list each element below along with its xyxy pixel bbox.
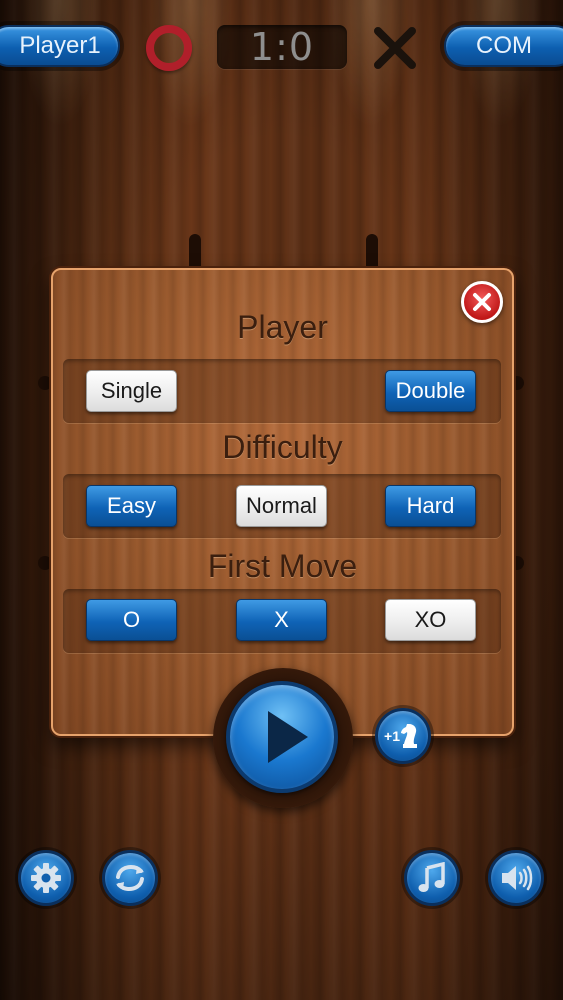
speaker-icon (502, 865, 533, 891)
chess-knight-icon (400, 724, 417, 748)
settings-button[interactable] (18, 850, 74, 906)
score-text: 1:0 (249, 25, 315, 69)
refresh-icon (116, 864, 144, 892)
difficulty-easy-button[interactable]: Easy (86, 485, 177, 527)
player-single-button[interactable]: Single (86, 370, 177, 412)
first-move-section-title: First Move (207, 548, 358, 584)
sound-toggle-button[interactable] (488, 850, 544, 906)
player-double-button[interactable]: Double (385, 370, 476, 412)
player-right-name: COM (476, 32, 532, 59)
add-knight-button[interactable]: +1 (375, 708, 431, 764)
play-button[interactable] (226, 681, 338, 793)
player-section-title: Player (237, 309, 328, 345)
music-note-icon (418, 862, 445, 892)
restart-button[interactable] (102, 850, 158, 906)
first-move-o-button[interactable]: O (86, 599, 177, 641)
difficulty-hard-button[interactable]: Hard (385, 485, 476, 527)
difficulty-normal-button[interactable]: Normal (236, 485, 327, 527)
music-toggle-button[interactable] (404, 850, 460, 906)
player-left-name: Player1 (19, 32, 101, 59)
player-right-badge[interactable]: COM (444, 25, 563, 67)
gear-icon (31, 863, 61, 893)
x-mark-icon (374, 27, 416, 69)
board-line-stub (38, 556, 52, 570)
first-move-x-button[interactable]: X (236, 599, 327, 641)
play-icon (268, 711, 308, 763)
board-line-stub (38, 376, 52, 390)
score-display: 1:0 (217, 25, 347, 69)
player-left-badge[interactable]: Player1 (0, 25, 120, 67)
difficulty-section-title: Difficulty (222, 429, 343, 465)
o-mark-icon (146, 25, 192, 71)
first-move-xo-button[interactable]: XO (385, 599, 476, 641)
